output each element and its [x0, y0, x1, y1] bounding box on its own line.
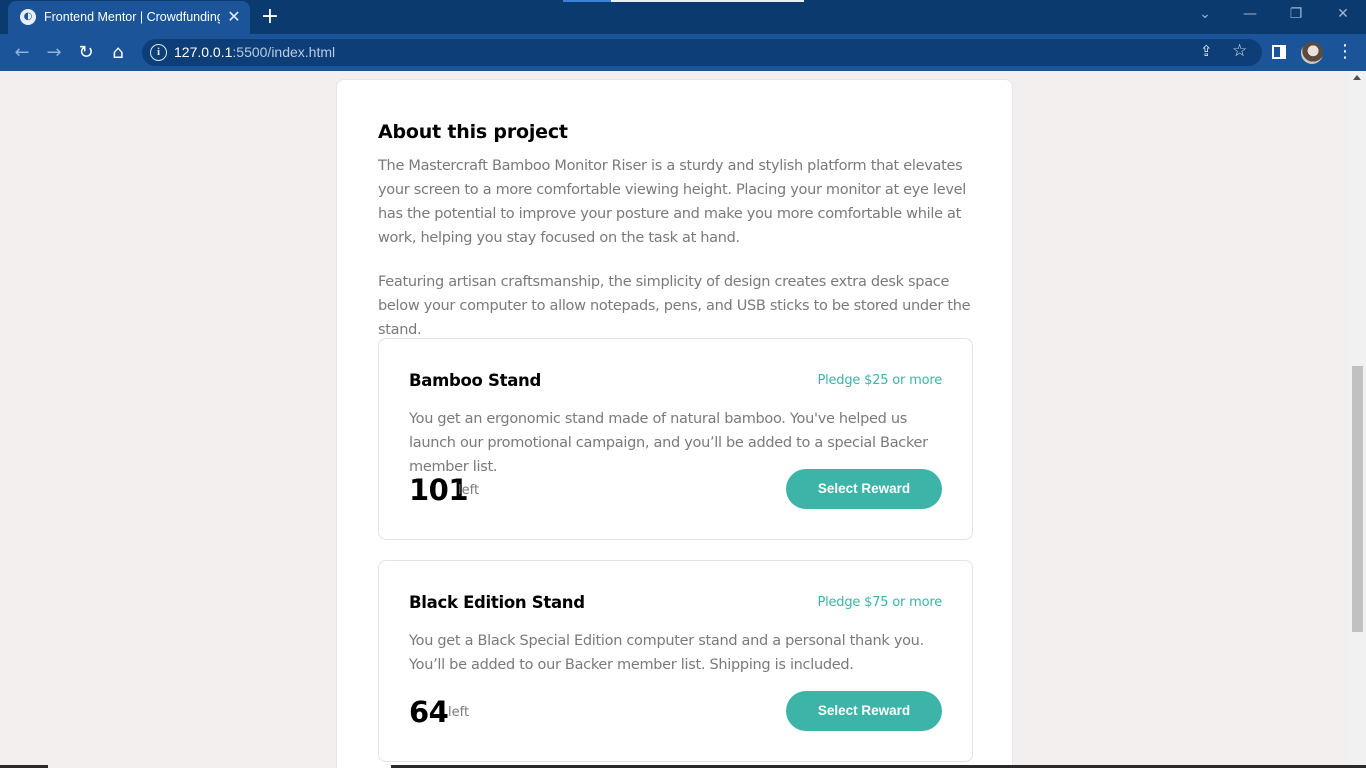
- reward-pledge: Pledge $75 or more: [817, 595, 942, 610]
- side-panel-icon[interactable]: [1272, 45, 1286, 59]
- url-text[interactable]: 127.0.0.1:5500/index.html: [174, 44, 335, 60]
- profile-avatar[interactable]: [1301, 42, 1323, 64]
- reward-count: 64: [409, 695, 449, 729]
- close-tab-icon[interactable]: ✕: [224, 7, 244, 27]
- url-host: 127.0.0.1: [174, 44, 233, 60]
- about-title: About this project: [378, 121, 568, 143]
- tab-strip-highlight: [563, 0, 611, 2]
- page-scrollbar[interactable]: [1349, 71, 1366, 768]
- reward-black-edition-stand: Black Edition Stand Pledge $75 or more Y…: [378, 560, 973, 762]
- new-tab-button[interactable]: +: [258, 5, 282, 29]
- share-icon[interactable]: ⇪: [1200, 42, 1213, 60]
- bookmark-star-icon[interactable]: ☆: [1232, 41, 1247, 61]
- reward-bamboo-stand: Bamboo Stand Pledge $25 or more You get …: [378, 338, 973, 540]
- reward-description: You get a Black Special Edition computer…: [409, 633, 924, 673]
- reward-pledge: Pledge $25 or more: [817, 373, 942, 388]
- close-window-icon[interactable]: ✕: [1331, 6, 1355, 22]
- reload-icon[interactable]: ↻: [74, 41, 98, 65]
- tab-strip-highlight-2: [611, 0, 804, 2]
- reward-name: Black Edition Stand: [409, 593, 585, 612]
- reward-left-label: left: [458, 483, 480, 498]
- browser-tab[interactable]: ◐ Frontend Mentor | Crowdfunding ✕: [8, 1, 250, 34]
- home-icon[interactable]: ⌂: [106, 41, 130, 65]
- reward-name: Bamboo Stand: [409, 371, 541, 390]
- reward-left-label: left: [448, 705, 470, 720]
- frontend-mentor-icon: ◐: [20, 9, 36, 25]
- tab-title: Frontend Mentor | Crowdfunding: [44, 10, 220, 24]
- select-reward-button[interactable]: Select Reward: [786, 691, 942, 731]
- restore-icon[interactable]: ❐: [1284, 6, 1308, 22]
- select-reward-button[interactable]: Select Reward: [786, 469, 942, 509]
- about-paragraph-2: Featuring artisan craftsmanship, the sim…: [378, 274, 971, 338]
- scrollbar-thumb[interactable]: [1352, 366, 1363, 632]
- site-info-icon[interactable]: i: [150, 44, 167, 61]
- menu-kebab-icon[interactable]: ⋮: [1336, 41, 1354, 62]
- about-card: About this project The Mastercraft Bambo…: [336, 79, 1013, 768]
- scroll-up-arrow-icon[interactable]: [1353, 75, 1361, 80]
- about-paragraph-1: The Mastercraft Bamboo Monitor Riser is …: [378, 158, 966, 246]
- forward-icon[interactable]: →: [42, 41, 66, 65]
- back-icon[interactable]: ←: [10, 41, 34, 65]
- browser-tab-bar: ◐ Frontend Mentor | Crowdfunding ✕ + ⌄ —…: [0, 0, 1366, 34]
- address-bar[interactable]: i 127.0.0.1:5500/index.html ⇪ ☆: [142, 39, 1262, 66]
- url-path: :5500/index.html: [232, 44, 336, 60]
- minimize-icon[interactable]: —: [1238, 6, 1262, 22]
- browser-toolbar: ← → ↻ ⌂ i 127.0.0.1:5500/index.html ⇪ ☆ …: [0, 34, 1366, 71]
- tab-search-icon[interactable]: ⌄: [1193, 6, 1217, 22]
